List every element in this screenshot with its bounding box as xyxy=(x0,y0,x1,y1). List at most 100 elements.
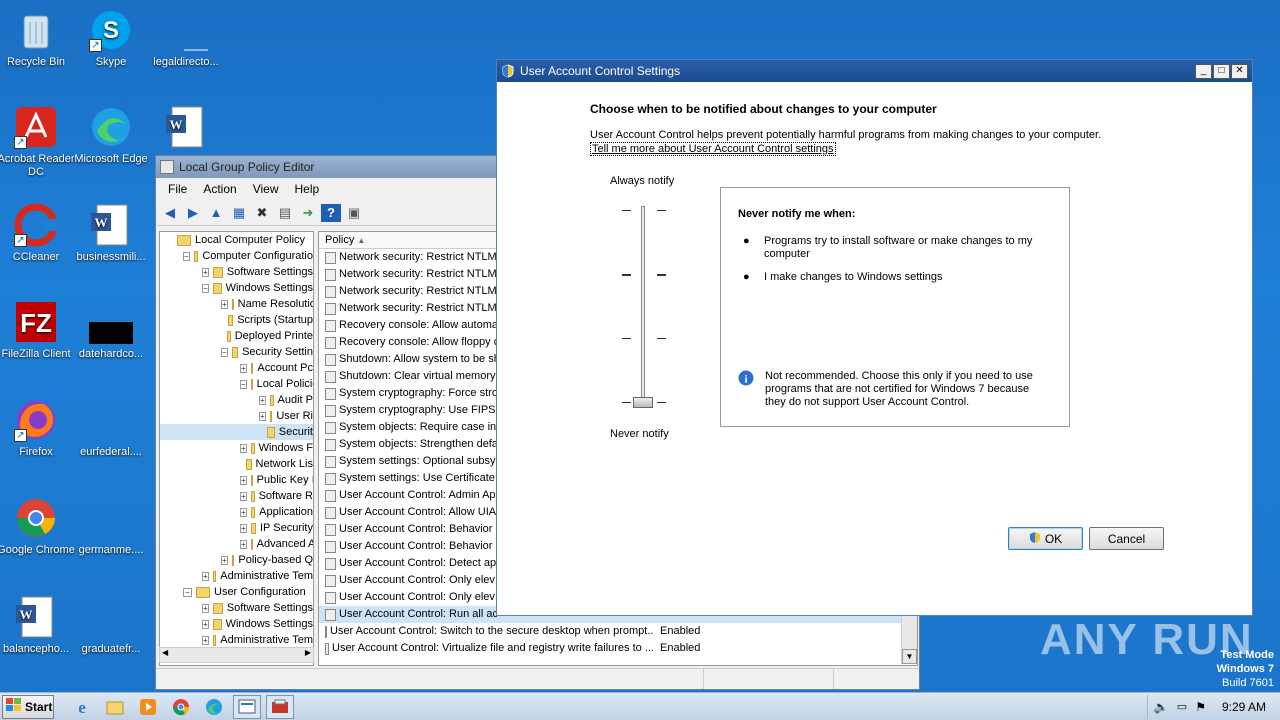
menu-action[interactable]: Action xyxy=(195,182,244,196)
collapse-icon[interactable]: − xyxy=(183,251,190,261)
desktop-icon-ccleaner[interactable]: ↗ CCleaner xyxy=(0,203,75,264)
list-scrollbar[interactable]: ▼ xyxy=(901,616,917,664)
tree-node[interactable]: Scripts (Startup xyxy=(160,312,313,328)
tree-node[interactable]: − User Configuration xyxy=(160,584,313,600)
tree-node[interactable]: + Software Settings xyxy=(160,600,313,616)
tree-node[interactable]: + Windows Settings xyxy=(160,616,313,632)
tree-node[interactable]: Securit xyxy=(160,424,313,440)
tree-node[interactable]: − Local Policie xyxy=(160,376,313,392)
menu-file[interactable]: File xyxy=(160,182,195,196)
tree-node[interactable]: − Windows Settings xyxy=(160,280,313,296)
media-player-icon[interactable] xyxy=(134,695,162,719)
help-icon[interactable]: ? xyxy=(321,203,341,222)
explorer-icon[interactable] xyxy=(101,695,129,719)
tree-node[interactable]: + Windows F xyxy=(160,440,313,456)
network-icon[interactable]: ▭ xyxy=(1177,700,1187,713)
expand-icon[interactable]: + xyxy=(202,619,209,629)
show-tree-icon[interactable]: ▦ xyxy=(229,204,249,222)
tree-node[interactable]: + Software Settings xyxy=(160,264,313,280)
desktop-icon-datehardco[interactable]: datehardco... xyxy=(72,300,150,361)
start-button[interactable]: Start xyxy=(2,694,54,719)
slider-thumb[interactable] xyxy=(633,397,653,408)
back-arrow-icon[interactable]: ◀ xyxy=(160,204,180,222)
expand-icon[interactable]: + xyxy=(240,507,247,517)
desktop-icon-edge[interactable]: Microsoft Edge xyxy=(72,105,150,166)
policy-tree[interactable]: Local Computer Policy − Computer Configura… xyxy=(159,231,314,666)
tree-node[interactable]: + Name Resolutio xyxy=(160,296,313,312)
collapse-icon[interactable]: − xyxy=(202,283,209,293)
expand-icon[interactable]: + xyxy=(240,475,247,485)
tree-node[interactable]: + Audit P xyxy=(160,392,313,408)
expand-icon[interactable]: + xyxy=(202,603,209,613)
scroll-right-icon[interactable]: ▶ xyxy=(305,648,311,657)
desktop-icon-legaldirecto[interactable]: legaldirecto... xyxy=(147,8,225,69)
uac-taskbar-button[interactable] xyxy=(266,694,294,719)
expand-icon[interactable]: + xyxy=(240,539,247,549)
ok-button[interactable]: OK xyxy=(1008,527,1083,550)
desktop-icon-firefox[interactable]: ↗ Firefox xyxy=(0,398,75,459)
view-icon[interactable]: ▣ xyxy=(344,204,364,222)
gpe-taskbar-button[interactable] xyxy=(233,694,261,719)
desktop-icon-businessmili[interactable]: W businessmili... xyxy=(72,203,150,264)
tree-node[interactable]: − Security Settin xyxy=(160,344,313,360)
edge-taskbar-icon[interactable] xyxy=(200,695,228,719)
tree-node[interactable]: + Advanced A xyxy=(160,536,313,552)
policy-row[interactable]: User Account Control: Virtualize file an… xyxy=(319,640,917,657)
tree-node[interactable]: − Computer Configuratio xyxy=(160,248,313,264)
desktop-icon-chrome[interactable]: Google Chrome xyxy=(0,496,75,557)
tree-node[interactable]: + Administrative Tem xyxy=(160,632,313,648)
maximize-button[interactable]: □ xyxy=(1213,63,1230,79)
expand-icon[interactable]: + xyxy=(240,363,247,373)
desktop-icon-graduatefr[interactable]: graduatefr... xyxy=(72,595,150,656)
forward-arrow-icon[interactable]: ▶ xyxy=(183,204,203,222)
tree-node[interactable]: Network Lis xyxy=(160,456,313,472)
tree-node[interactable]: Local Computer Policy xyxy=(160,232,313,248)
expand-icon[interactable]: + xyxy=(240,523,247,533)
expand-icon[interactable]: + xyxy=(202,571,209,581)
close-button[interactable]: ✕ xyxy=(1231,63,1248,79)
policy-row[interactable]: User Account Control: Switch to the secu… xyxy=(319,623,917,640)
desktop-icon-germanme[interactable]: germanme.... xyxy=(72,496,150,557)
ie-icon[interactable]: e xyxy=(68,695,96,719)
desktop-icon-skype[interactable]: S ↗ Skype xyxy=(72,8,150,69)
collapse-icon[interactable]: − xyxy=(240,379,247,389)
export-icon[interactable]: ➜ xyxy=(298,204,318,222)
clock[interactable]: 9:29 AM xyxy=(1214,700,1280,714)
tree-node[interactable]: + Application xyxy=(160,504,313,520)
delete-icon[interactable]: ✖ xyxy=(252,204,272,222)
up-folder-icon[interactable]: ▲ xyxy=(206,204,226,222)
desktop-icon-balancepho[interactable]: W balancepho... xyxy=(0,595,75,656)
tree-node[interactable]: + IP Security xyxy=(160,520,313,536)
desktop-icon-eurfederal[interactable]: eurfederal.... xyxy=(72,398,150,459)
expand-icon[interactable]: + xyxy=(259,395,266,405)
expand-icon[interactable]: + xyxy=(240,443,247,453)
cancel-button[interactable]: Cancel xyxy=(1089,527,1164,550)
chrome-taskbar-icon[interactable] xyxy=(167,695,195,719)
volume-icon[interactable]: 🔈 xyxy=(1154,700,1169,714)
tree-node[interactable]: Deployed Printe xyxy=(160,328,313,344)
properties-icon[interactable]: ▤ xyxy=(275,204,295,222)
tree-node[interactable]: + User Ri xyxy=(160,408,313,424)
tree-node[interactable]: + Public Key I xyxy=(160,472,313,488)
desktop-icon-recycle-bin[interactable]: Recycle Bin xyxy=(0,8,75,69)
scroll-left-icon[interactable]: ◀ xyxy=(162,648,168,657)
collapse-icon[interactable]: − xyxy=(183,587,192,597)
scroll-down-icon[interactable]: ▼ xyxy=(902,649,917,664)
minimize-button[interactable]: _ xyxy=(1195,63,1212,79)
expand-icon[interactable]: + xyxy=(202,267,209,277)
desktop-icon-word-doc[interactable]: W xyxy=(147,105,225,153)
expand-icon[interactable]: + xyxy=(221,299,228,309)
menu-help[interactable]: Help xyxy=(287,182,328,196)
menu-view[interactable]: View xyxy=(245,182,287,196)
expand-icon[interactable]: + xyxy=(240,491,247,501)
expand-icon[interactable]: + xyxy=(221,555,228,565)
uac-titlebar[interactable]: User Account Control Settings _ □ ✕ xyxy=(497,60,1252,82)
expand-icon[interactable]: + xyxy=(202,635,209,645)
tree-node[interactable]: + Software R xyxy=(160,488,313,504)
tree-node[interactable]: + Administrative Tem xyxy=(160,568,313,584)
uac-learn-more-link[interactable]: Tell me more about User Account Control … xyxy=(590,142,836,156)
expand-icon[interactable]: + xyxy=(259,411,266,421)
tree-node[interactable]: + Policy-based Q xyxy=(160,552,313,568)
tree-node[interactable]: + Account Pc xyxy=(160,360,313,376)
desktop-icon-acrobat[interactable]: ↗ Acrobat Reader DC xyxy=(0,105,75,179)
